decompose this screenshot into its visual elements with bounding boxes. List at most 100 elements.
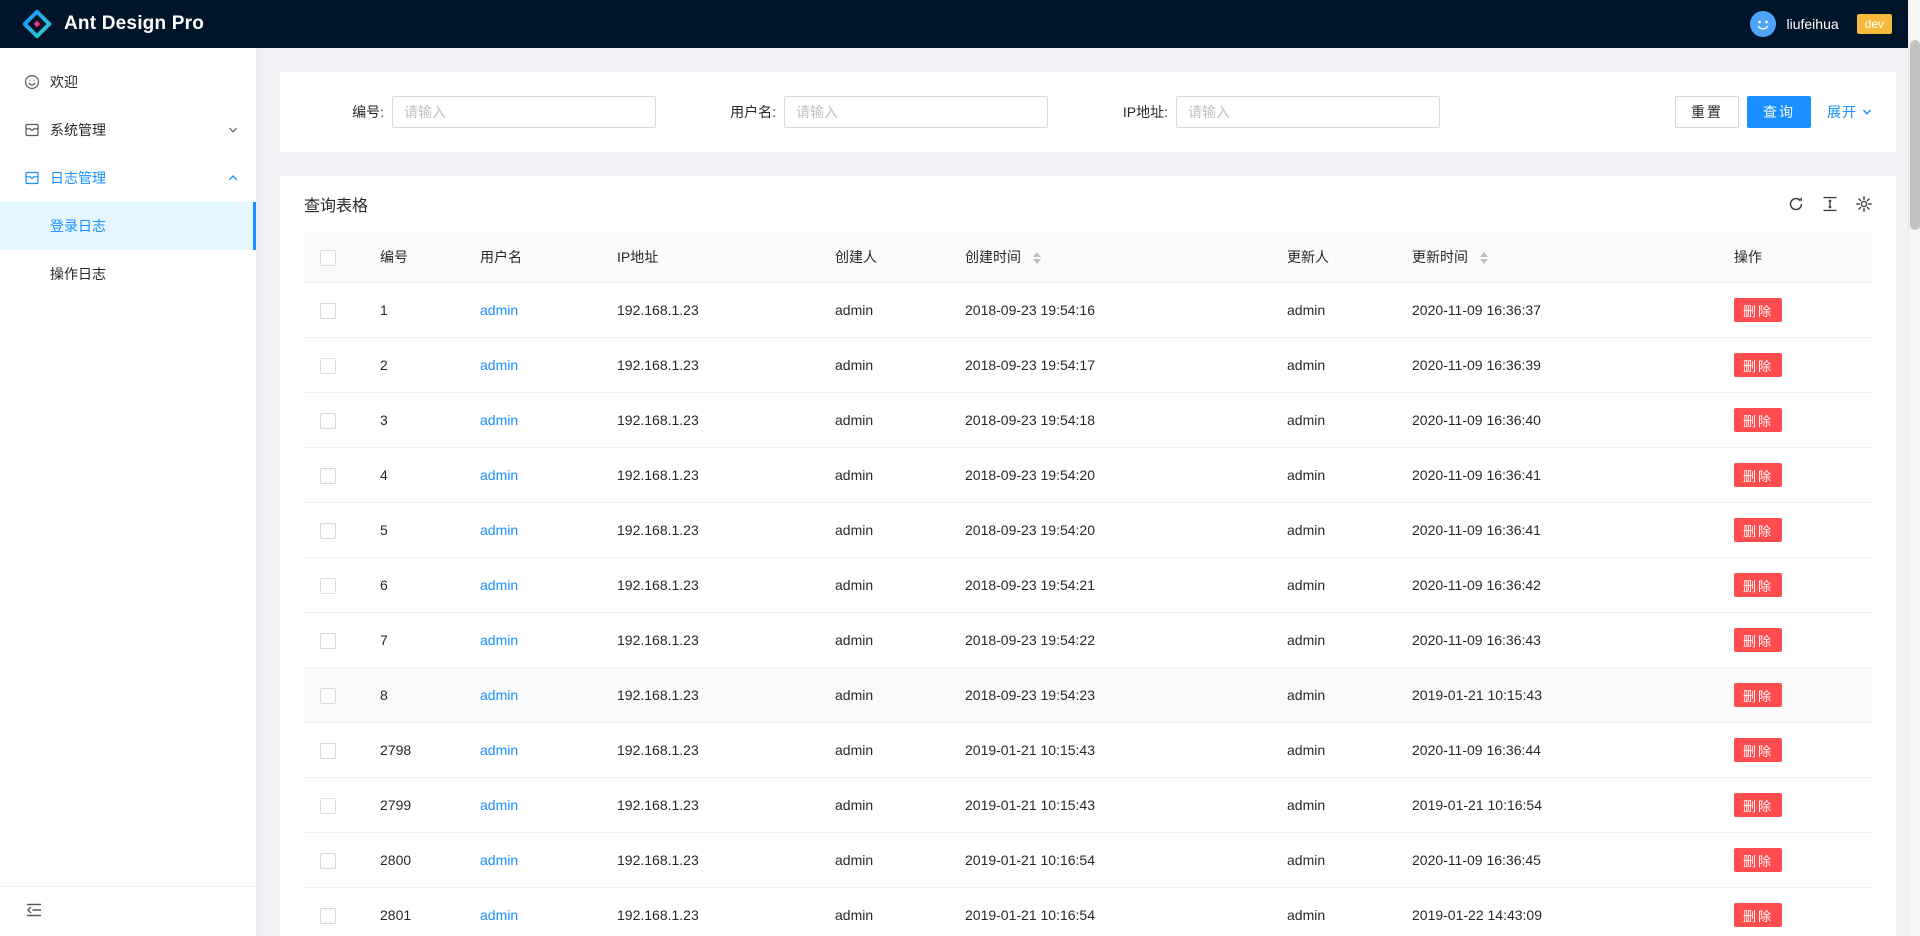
cell-actions: 删除	[1718, 503, 1872, 558]
cell-updater: admin	[1271, 283, 1396, 338]
smile-icon	[24, 74, 40, 90]
row-checkbox-cell	[304, 778, 364, 833]
username-link[interactable]: admin	[480, 632, 518, 648]
row-checkbox[interactable]	[320, 468, 336, 484]
username-link[interactable]: admin	[480, 577, 518, 593]
row-checkbox[interactable]	[320, 633, 336, 649]
ip-input[interactable]	[1176, 96, 1440, 128]
cell-creator: admin	[819, 888, 949, 936]
cell-actions: 删除	[1718, 558, 1872, 613]
sidebar-item-log-management[interactable]: 日志管理	[0, 154, 256, 202]
reload-icon[interactable]	[1788, 196, 1804, 212]
cell-username: admin	[464, 723, 601, 778]
scrollbar-thumb[interactable]	[1910, 40, 1920, 230]
select-all-checkbox[interactable]	[320, 250, 336, 266]
username-link[interactable]: admin	[480, 302, 518, 318]
cell-updater: admin	[1271, 393, 1396, 448]
settings-gear-icon[interactable]	[1856, 196, 1872, 212]
delete-button[interactable]: 删除	[1734, 903, 1782, 927]
cell-ip: 192.168.1.23	[601, 833, 819, 888]
row-checkbox[interactable]	[320, 413, 336, 429]
username[interactable]: liufeihua	[1786, 16, 1838, 32]
scrollbar-track[interactable]	[1908, 0, 1920, 936]
delete-button[interactable]: 删除	[1734, 353, 1782, 377]
sort-caret-icon[interactable]	[1480, 252, 1488, 264]
row-checkbox[interactable]	[320, 578, 336, 594]
username-link[interactable]: admin	[480, 467, 518, 483]
id-input[interactable]	[392, 96, 656, 128]
app-title: Ant Design Pro	[64, 13, 204, 35]
username-link[interactable]: admin	[480, 907, 518, 923]
field-username-label: 用户名:	[696, 102, 776, 122]
row-checkbox[interactable]	[320, 688, 336, 704]
sidebar-item-welcome[interactable]: 欢迎	[0, 58, 256, 106]
menu-fold-icon[interactable]	[26, 902, 42, 918]
reset-button[interactable]: 重置	[1675, 96, 1739, 128]
username-link[interactable]: admin	[480, 687, 518, 703]
cell-actions: 删除	[1718, 833, 1872, 888]
table-row: 1admin192.168.1.23admin2018-09-23 19:54:…	[304, 283, 1872, 338]
table-row: 8admin192.168.1.23admin2018-09-23 19:54:…	[304, 668, 1872, 723]
cell-id: 2	[364, 338, 464, 393]
query-button[interactable]: 查询	[1747, 96, 1811, 128]
cell-actions: 删除	[1718, 613, 1872, 668]
sidebar-item-login-log[interactable]: 登录日志	[0, 202, 256, 250]
sidebar-submenu-log: 日志管理 登录日志 操作日志	[0, 154, 256, 298]
row-checkbox-cell	[304, 448, 364, 503]
delete-button[interactable]: 删除	[1734, 408, 1782, 432]
row-checkbox[interactable]	[320, 358, 336, 374]
delete-button[interactable]: 删除	[1734, 738, 1782, 762]
field-ip: IP地址:	[1088, 96, 1440, 128]
sidebar-item-system-management[interactable]: 系统管理	[0, 106, 256, 154]
delete-button[interactable]: 删除	[1734, 793, 1782, 817]
cell-id: 2801	[364, 888, 464, 936]
col-header-creator: 创建人	[819, 232, 949, 283]
delete-button[interactable]: 删除	[1734, 463, 1782, 487]
row-checkbox[interactable]	[320, 853, 336, 869]
username-link[interactable]: admin	[480, 797, 518, 813]
col-header-created-at[interactable]: 创建时间	[949, 232, 1271, 283]
row-checkbox[interactable]	[320, 798, 336, 814]
col-header-updated-at[interactable]: 更新时间	[1396, 232, 1718, 283]
env-tag: dev	[1857, 14, 1892, 34]
cell-ip: 192.168.1.23	[601, 558, 819, 613]
row-checkbox[interactable]	[320, 908, 336, 924]
cell-updater: admin	[1271, 833, 1396, 888]
expand-link[interactable]: 展开	[1827, 102, 1872, 122]
cell-id: 2800	[364, 833, 464, 888]
cell-ip: 192.168.1.23	[601, 283, 819, 338]
table-row: 4admin192.168.1.23admin2018-09-23 19:54:…	[304, 448, 1872, 503]
username-link[interactable]: admin	[480, 852, 518, 868]
delete-button[interactable]: 删除	[1734, 848, 1782, 872]
header: Ant Design Pro liufeihua dev	[0, 0, 1920, 48]
row-checkbox[interactable]	[320, 743, 336, 759]
username-link[interactable]: admin	[480, 412, 518, 428]
cell-created-at: 2018-09-23 19:54:17	[949, 338, 1271, 393]
cell-username: admin	[464, 613, 601, 668]
username-input[interactable]	[784, 96, 1048, 128]
sidebar-item-operation-log[interactable]: 操作日志	[0, 250, 256, 298]
delete-button[interactable]: 删除	[1734, 683, 1782, 707]
row-checkbox-cell	[304, 833, 364, 888]
cell-updater: admin	[1271, 613, 1396, 668]
username-link[interactable]: admin	[480, 522, 518, 538]
username-link[interactable]: admin	[480, 357, 518, 373]
row-checkbox[interactable]	[320, 523, 336, 539]
row-checkbox[interactable]	[320, 303, 336, 319]
sidebar-item-label: 系统管理	[50, 120, 106, 140]
sort-caret-icon[interactable]	[1033, 252, 1041, 264]
username-link[interactable]: admin	[480, 742, 518, 758]
cell-created-at: 2018-09-23 19:54:22	[949, 613, 1271, 668]
column-height-icon[interactable]	[1822, 196, 1838, 212]
table-row: 2799admin192.168.1.23admin2019-01-21 10:…	[304, 778, 1872, 833]
delete-button[interactable]: 删除	[1734, 628, 1782, 652]
user-avatar[interactable]	[1750, 11, 1776, 37]
table-row: 2798admin192.168.1.23admin2019-01-21 10:…	[304, 723, 1872, 778]
cell-creator: admin	[819, 338, 949, 393]
delete-button[interactable]: 删除	[1734, 518, 1782, 542]
brand[interactable]: Ant Design Pro	[22, 9, 204, 39]
delete-button[interactable]: 删除	[1734, 298, 1782, 322]
chevron-down-icon	[228, 125, 238, 135]
search-form-card: 编号: 用户名: IP地址: 重置 查询	[280, 72, 1896, 152]
delete-button[interactable]: 删除	[1734, 573, 1782, 597]
